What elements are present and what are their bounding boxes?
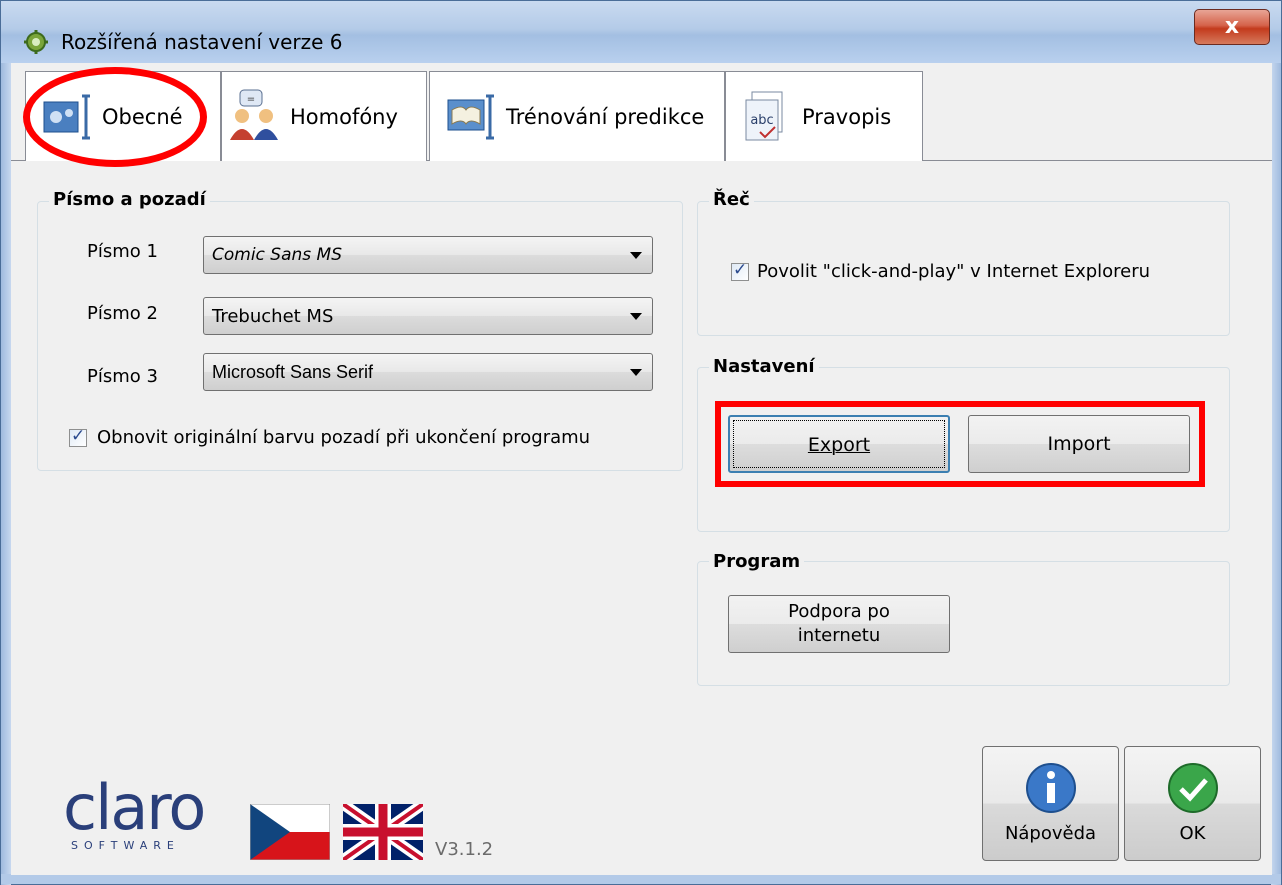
abc-check-icon: abc [745,91,783,140]
version-label: V3.1.2 [435,839,494,860]
book-icon [447,94,494,139]
help-button[interactable]: Nápověda [982,746,1119,861]
info-icon [1026,763,1076,813]
svg-text:=: = [247,94,255,105]
claro-logo: claro [63,771,206,844]
restore-background-checkbox[interactable]: ✓ [69,426,87,447]
claro-logo-subtext: SOFTWARE [71,839,180,852]
settings-group-title: Nastavení [709,356,819,377]
tab-spelling-label: Pravopis [802,104,892,129]
checkmark-icon: ✓ [733,260,748,280]
internet-support-button[interactable]: Podpora po internetu [728,595,950,653]
font3-label: Písmo 3 [87,366,158,387]
click-and-play-label: Povolit "click-and-play" v Internet Expl… [757,261,1151,282]
svg-text:abc: abc [750,113,773,128]
program-group-title: Program [709,551,805,572]
gear-icon [24,30,48,54]
close-button[interactable]: x [1194,9,1270,45]
tab-prediction-training-label: Trénování predikce [506,104,705,129]
chevron-down-icon [630,313,642,320]
checkmark-icon: ✓ [71,426,86,446]
ok-button-label: OK [1179,823,1206,844]
window-frame-bottom [1,874,1281,884]
font-background-group-title: Písmo a pozadí [49,189,210,210]
font3-select[interactable]: Microsoft Sans Serif [203,353,653,391]
tab-homophones[interactable]: = Homofóny [221,71,427,161]
internet-support-label-line2: internetu [797,625,881,646]
font1-select[interactable]: Comic Sans MS [203,236,653,274]
ok-button[interactable]: OK [1124,746,1261,861]
tab-homophones-label: Homofóny [290,104,398,129]
uk-flag-icon[interactable] [343,804,423,860]
font2-label: Písmo 2 [87,303,158,324]
chevron-down-icon [630,369,642,376]
restore-background-label: Obnovit originální barvu pozadí při ukon… [97,427,591,448]
settings-window: Rozšířená nastavení verze 6 x Obecné = H… [0,0,1282,885]
speech-group-title: Řeč [709,189,754,210]
window-frame-right [1271,63,1281,885]
czech-flag-icon[interactable] [250,804,330,860]
window-frame-left [1,63,11,885]
tab-prediction-training[interactable]: Trénování predikce [429,71,725,161]
font1-value: Comic Sans MS [212,245,343,265]
tab-spelling[interactable]: abc Pravopis [725,71,923,161]
internet-support-label-line1: Podpora po [788,601,890,622]
font2-value: Trebuchet MS [212,305,334,327]
help-button-label: Nápověda [1004,823,1097,844]
font2-select[interactable]: Trebuchet MS [203,297,653,335]
window-title: Rozšířená nastavení verze 6 [61,30,343,54]
people-icon: = [230,89,278,140]
font3-value: Microsoft Sans Serif [212,361,374,382]
title-bar[interactable]: Rozšířená nastavení verze 6 x [1,1,1281,63]
font1-label: Písmo 1 [87,241,158,262]
click-and-play-checkbox[interactable]: ✓ [731,260,749,281]
check-circle-icon [1168,763,1218,813]
export-import-highlight [715,401,1205,487]
general-tab-highlight [23,67,207,167]
chevron-down-icon [630,252,642,259]
